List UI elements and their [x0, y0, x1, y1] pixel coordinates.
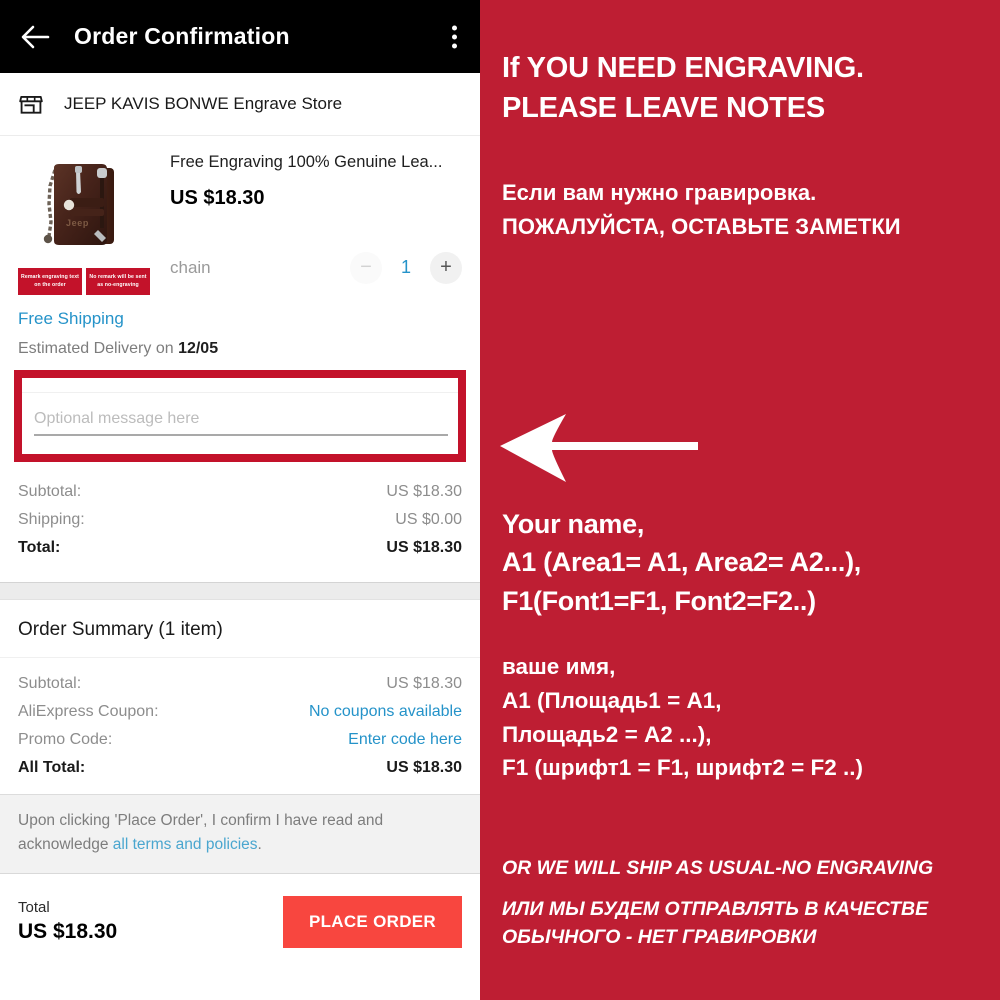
bottom-total-label: Total	[18, 899, 50, 917]
engraving-instructions-poster: If YOU NEED ENGRAVING. PLEASE LEAVE NOTE…	[480, 0, 1000, 1000]
poster-heading-en: If YOU NEED ENGRAVING. PLEASE LEAVE NOTE…	[502, 52, 864, 125]
variant-and-quantity-row: chain − 1 +	[170, 251, 462, 284]
quantity-increase-button[interactable]: +	[430, 251, 462, 284]
table-row: Shipping: US $0.00	[18, 506, 462, 534]
back-arrow-icon[interactable]	[18, 20, 52, 54]
section-divider-band	[0, 582, 480, 601]
shipping-block: Free Shipping Estimated Delivery on 12/0…	[0, 303, 480, 358]
poster-footer-ru: ИЛИ МЫ БУДЕМ ОТПРАВЛЯТЬ В КАЧЕСТВЕ ОБЫЧН…	[502, 898, 929, 949]
totals-value: US $18.30	[386, 539, 462, 557]
terms-text-after: .	[257, 836, 262, 854]
summary-label: Subtotal:	[18, 675, 82, 693]
app-bar: Order Confirmation	[0, 0, 480, 73]
poster-example-en: Your name, A1 (Area1= A1, Area2= A2...),…	[502, 509, 861, 616]
estimated-delivery: Estimated Delivery on 12/05	[18, 340, 462, 358]
summary-value: US $18.30	[386, 759, 462, 777]
store-name: JEEP KAVIS BONWE Engrave Store	[64, 94, 343, 113]
totals-label: Subtotal:	[18, 483, 82, 501]
product-title[interactable]: Free Engraving 100% Genuine Lea...	[170, 152, 462, 173]
order-summary-heading: Order Summary (1 item)	[0, 600, 480, 659]
shipping-method[interactable]: Free Shipping	[18, 309, 462, 329]
summary-label: Promo Code:	[18, 731, 113, 749]
totals-label: Total:	[18, 539, 61, 557]
badge-remark-engraving: Remark engraving text on the order	[18, 268, 82, 296]
checkout-phone-panel: Order Confirmation JEEP KAVIS BONWE Engr…	[0, 0, 480, 1000]
message-input-placeholder[interactable]: Optional message here	[34, 410, 199, 428]
table-row: Subtotal: US $18.30	[18, 478, 462, 506]
message-field-wrap[interactable]: Optional message here	[22, 378, 458, 454]
place-order-button[interactable]: PLACE ORDER	[282, 895, 462, 948]
overflow-menu-icon[interactable]	[452, 25, 457, 48]
eta-prefix: Estimated Delivery on	[18, 340, 179, 358]
product-thumbnail: Jeep	[18, 152, 150, 264]
product-row[interactable]: Jeep Remark engraving text on the order …	[0, 136, 480, 303]
quantity-stepper[interactable]: − 1 +	[350, 251, 462, 284]
bottom-total-value: US $18.30	[18, 920, 118, 944]
summary-label: All Total:	[18, 759, 86, 777]
summary-label: AliExpress Coupon:	[18, 703, 159, 721]
coupon-value-link[interactable]: No coupons available	[309, 703, 462, 721]
product-image-block[interactable]: Jeep Remark engraving text on the order …	[18, 152, 150, 296]
storefront-icon	[18, 91, 44, 117]
summary-value: US $18.30	[386, 675, 462, 693]
totals-value: US $0.00	[395, 511, 462, 529]
left-arrow-icon	[492, 398, 702, 494]
poster-heading-ru: Если вам нужно гравировка. ПОЖАЛУЙСТА, О…	[502, 180, 901, 240]
totals-label: Shipping:	[18, 511, 85, 529]
order-summary-block: Subtotal: US $18.30 AliExpress Coupon: N…	[0, 658, 480, 794]
screenshot-root: Order Confirmation JEEP KAVIS BONWE Engr…	[0, 0, 1000, 1000]
table-row: Total: US $18.30	[18, 534, 462, 562]
bottom-action-bar: Total US $18.30 PLACE ORDER	[0, 873, 480, 970]
store-row[interactable]: JEEP KAVIS BONWE Engrave Store	[0, 73, 480, 136]
terms-notice: Upon clicking 'Place Order', I confirm I…	[0, 794, 480, 874]
product-price: US $18.30	[170, 186, 265, 209]
terms-and-policies-link[interactable]: all terms and policies	[113, 836, 258, 853]
table-row[interactable]: Promo Code: Enter code here	[18, 726, 462, 754]
badge-no-remark: No remark will be sent as no-engraving	[86, 268, 150, 296]
totals-value: US $18.30	[386, 483, 462, 501]
table-row[interactable]: AliExpress Coupon: No coupons available	[18, 698, 462, 726]
table-row: All Total: US $18.30	[18, 754, 462, 782]
product-variant[interactable]: chain	[170, 258, 350, 278]
table-row: Subtotal: US $18.30	[18, 670, 462, 698]
item-totals-block: Subtotal: US $18.30 Shipping: US $0.00 T…	[0, 462, 480, 582]
eta-date: 12/05	[178, 340, 219, 358]
message-input-underline	[34, 434, 448, 437]
svg-text:Jeep: Jeep	[66, 218, 89, 228]
bottom-total-group: Total US $18.30	[18, 899, 117, 944]
poster-example-ru: ваше имя, A1 (Площадь1 = A1, Площадь2 = …	[502, 654, 864, 781]
page-title: Order Confirmation	[74, 23, 290, 49]
promo-code-link[interactable]: Enter code here	[348, 731, 462, 749]
product-image-badges: Remark engraving text on the order No re…	[18, 268, 150, 296]
poster-footer-en: OR WE WILL SHIP AS USUAL-NO ENGRAVING	[502, 857, 934, 879]
message-highlight-frame: Optional message here	[14, 370, 466, 463]
quantity-decrease-button[interactable]: −	[350, 251, 382, 284]
product-details: Free Engraving 100% Genuine Lea... US $1…	[150, 152, 462, 295]
quantity-value: 1	[400, 257, 411, 278]
message-field-topline	[22, 392, 458, 394]
